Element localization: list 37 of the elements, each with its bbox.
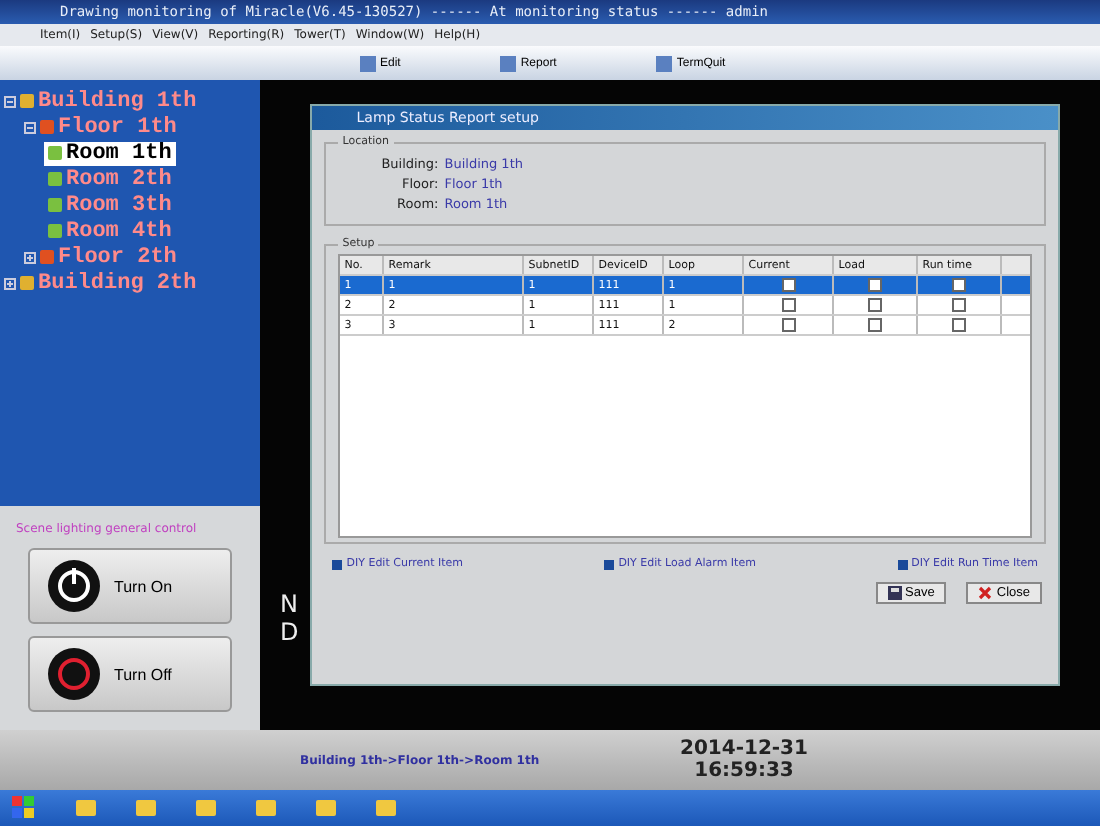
square-icon — [48, 198, 62, 212]
time-text: 16:59:33 — [694, 760, 794, 782]
turn-on-button[interactable]: Turn On — [28, 548, 232, 624]
collapse-icon[interactable] — [24, 121, 36, 133]
tree-item[interactable]: Room 1th — [44, 141, 176, 165]
side-letter: N — [280, 590, 299, 618]
power-icon — [46, 558, 102, 614]
square-icon — [40, 120, 54, 134]
power-icon — [46, 646, 102, 702]
square-icon — [897, 559, 908, 569]
toolbar-icon — [360, 55, 376, 71]
square-icon — [332, 559, 343, 569]
collapse-icon[interactable] — [4, 95, 16, 107]
square-icon — [48, 224, 62, 238]
toolbar-icon — [656, 55, 673, 71]
checkbox[interactable] — [952, 298, 967, 312]
expand-icon[interactable] — [4, 277, 16, 289]
side-letter: D — [280, 618, 299, 646]
checkbox[interactable] — [952, 318, 967, 332]
turn-off-button[interactable]: Turn Off — [28, 636, 232, 712]
checkbox[interactable] — [868, 298, 883, 312]
square-icon — [604, 559, 615, 569]
checkbox[interactable] — [781, 298, 796, 312]
square-icon — [48, 146, 62, 160]
start-icon[interactable] — [12, 796, 36, 820]
checkbox[interactable] — [868, 318, 883, 332]
square-icon — [40, 250, 54, 264]
save-icon — [887, 586, 902, 600]
toolbar-icon — [500, 55, 517, 71]
expand-icon[interactable] — [24, 251, 36, 263]
checkbox[interactable] — [952, 278, 967, 292]
checkbox[interactable] — [781, 278, 796, 292]
checkbox[interactable] — [781, 318, 796, 332]
square-icon — [48, 172, 62, 186]
close-icon — [978, 586, 993, 600]
checkbox[interactable] — [868, 278, 883, 292]
date-text: 2014-12-31 — [680, 738, 808, 760]
